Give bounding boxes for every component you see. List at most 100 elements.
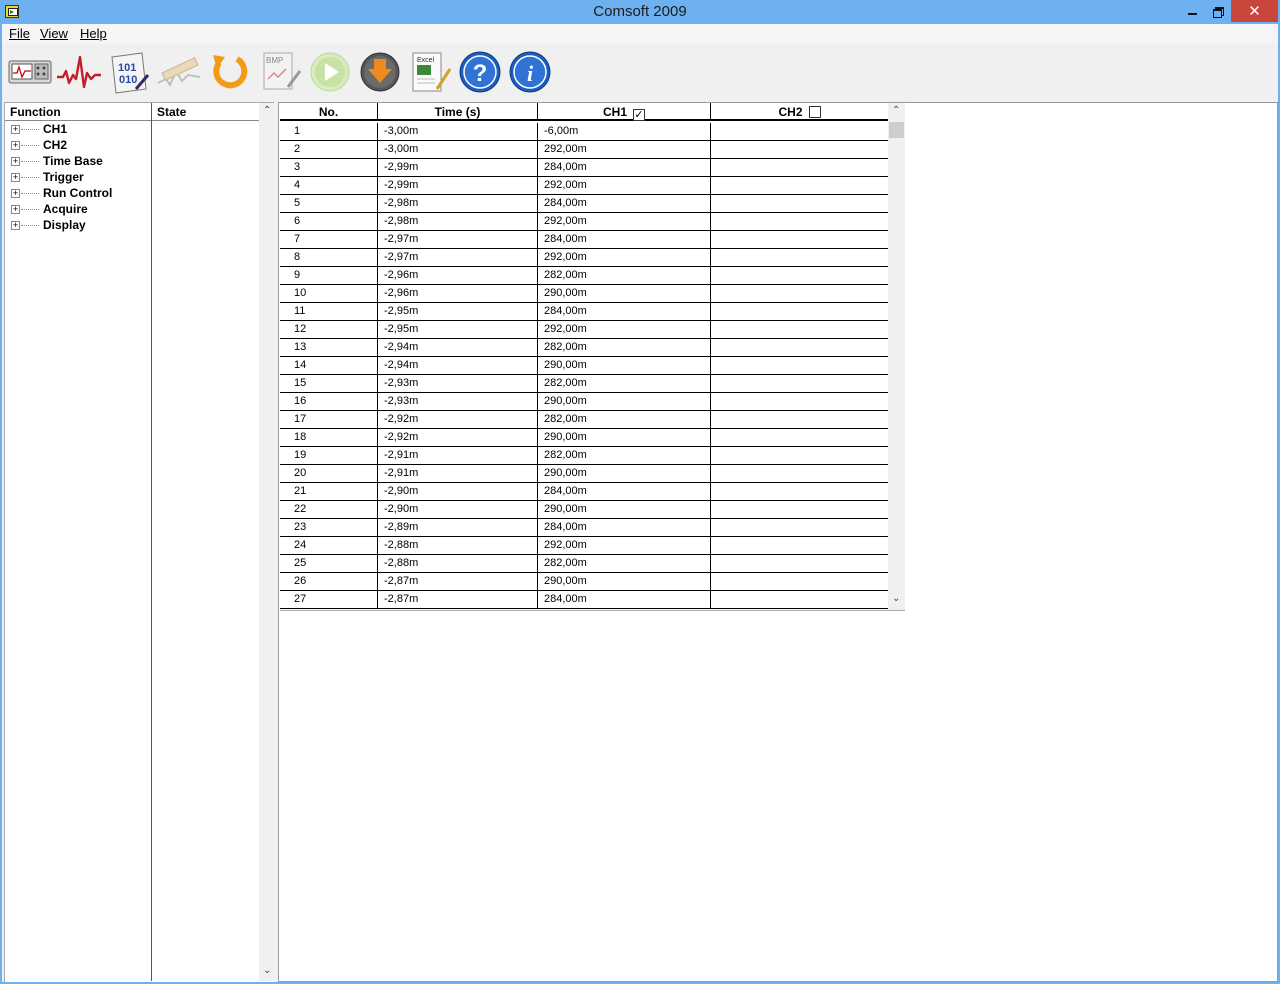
cell-no[interactable]: 1 bbox=[294, 125, 300, 137]
table-row[interactable]: 19 -2,91m 282,00m bbox=[280, 447, 888, 465]
cell-no[interactable]: 20 bbox=[294, 467, 306, 479]
tree-item-ch1[interactable]: + CH1 bbox=[5, 121, 151, 137]
table-row[interactable]: 26 -2,87m 290,00m bbox=[280, 573, 888, 591]
table-row[interactable]: 6 -2,98m 292,00m bbox=[280, 213, 888, 231]
table-row[interactable]: 21 -2,90m 284,00m bbox=[280, 483, 888, 501]
cell-ch1[interactable]: 284,00m bbox=[544, 305, 587, 317]
cell-time[interactable]: -2,96m bbox=[384, 287, 418, 299]
tree-item-display[interactable]: + Display bbox=[5, 217, 151, 233]
cell-ch1[interactable]: 284,00m bbox=[544, 161, 587, 173]
cell-ch1[interactable]: 292,00m bbox=[544, 251, 587, 263]
table-row[interactable]: 9 -2,96m 282,00m bbox=[280, 267, 888, 285]
cell-ch1[interactable]: 284,00m bbox=[544, 197, 587, 209]
column-header-ch1[interactable]: CH1 ✓ bbox=[538, 105, 710, 121]
tree-item-acquire[interactable]: + Acquire bbox=[5, 201, 151, 217]
column-header-no[interactable]: No. bbox=[280, 105, 377, 119]
bmp-export-button[interactable]: BMP bbox=[257, 48, 305, 96]
table-row[interactable]: 8 -2,97m 292,00m bbox=[280, 249, 888, 267]
excel-export-button[interactable]: Excel bbox=[406, 48, 454, 96]
cell-no[interactable]: 14 bbox=[294, 359, 306, 371]
waveform-button[interactable] bbox=[55, 48, 103, 96]
table-row[interactable]: 5 -2,98m 284,00m bbox=[280, 195, 888, 213]
cell-no[interactable]: 21 bbox=[294, 485, 306, 497]
download-button[interactable] bbox=[356, 48, 404, 96]
cell-no[interactable]: 11 bbox=[294, 305, 305, 317]
cell-time[interactable]: -2,94m bbox=[384, 359, 418, 371]
cell-time[interactable]: -2,91m bbox=[384, 467, 418, 479]
tree-item-run-control[interactable]: + Run Control bbox=[5, 185, 151, 201]
cell-time[interactable]: -2,97m bbox=[384, 233, 418, 245]
cell-time[interactable]: -2,90m bbox=[384, 485, 418, 497]
table-row[interactable]: 15 -2,93m 282,00m bbox=[280, 375, 888, 393]
cell-time[interactable]: -2,88m bbox=[384, 557, 418, 569]
table-row[interactable]: 25 -2,88m 282,00m bbox=[280, 555, 888, 573]
run-button[interactable] bbox=[306, 48, 354, 96]
table-scrollbar[interactable]: ⌃ ⌄ bbox=[888, 103, 905, 610]
tree-item-trigger[interactable]: + Trigger bbox=[5, 169, 151, 185]
cell-no[interactable]: 4 bbox=[294, 179, 300, 191]
table-row[interactable]: 23 -2,89m 284,00m bbox=[280, 519, 888, 537]
cell-ch1[interactable]: 290,00m bbox=[544, 287, 587, 299]
binary-data-button[interactable]: 101 010 bbox=[105, 48, 153, 96]
cell-time[interactable]: -2,98m bbox=[384, 215, 418, 227]
cell-no[interactable]: 15 bbox=[294, 377, 306, 389]
measure-button[interactable] bbox=[155, 48, 203, 96]
cell-ch1[interactable]: 282,00m bbox=[544, 269, 587, 281]
cell-no[interactable]: 10 bbox=[294, 287, 306, 299]
cell-time[interactable]: -2,92m bbox=[384, 413, 418, 425]
table-row[interactable]: 13 -2,94m 282,00m bbox=[280, 339, 888, 357]
expand-icon[interactable]: + bbox=[11, 141, 20, 150]
cell-no[interactable]: 9 bbox=[294, 269, 300, 281]
cell-no[interactable]: 5 bbox=[294, 197, 300, 209]
table-row[interactable]: 24 -2,88m 292,00m bbox=[280, 537, 888, 555]
cell-time[interactable]: -2,93m bbox=[384, 395, 418, 407]
tree-item-ch2[interactable]: + CH2 bbox=[5, 137, 151, 153]
cell-time[interactable]: -2,95m bbox=[384, 323, 418, 335]
minimize-button[interactable] bbox=[1179, 0, 1205, 22]
cell-no[interactable]: 26 bbox=[294, 575, 306, 587]
table-row[interactable]: 18 -2,92m 290,00m bbox=[280, 429, 888, 447]
cell-ch1[interactable]: 282,00m bbox=[544, 449, 587, 461]
table-row[interactable]: 27 -2,87m 284,00m bbox=[280, 591, 888, 609]
cell-time[interactable]: -2,99m bbox=[384, 161, 418, 173]
menu-file[interactable]: File bbox=[9, 26, 30, 41]
cell-ch1[interactable]: 290,00m bbox=[544, 359, 587, 371]
cell-time[interactable]: -2,95m bbox=[384, 305, 418, 317]
table-row[interactable]: 4 -2,99m 292,00m bbox=[280, 177, 888, 195]
scroll-down-icon[interactable]: ⌄ bbox=[892, 593, 900, 604]
cell-time[interactable]: -3,00m bbox=[384, 125, 418, 137]
table-row[interactable]: 12 -2,95m 292,00m bbox=[280, 321, 888, 339]
table-row[interactable]: 3 -2,99m 284,00m bbox=[280, 159, 888, 177]
cell-ch1[interactable]: 290,00m bbox=[544, 575, 587, 587]
cell-ch1[interactable]: 282,00m bbox=[544, 341, 587, 353]
table-row[interactable]: 17 -2,92m 282,00m bbox=[280, 411, 888, 429]
cell-time[interactable]: -2,97m bbox=[384, 251, 418, 263]
cell-ch1[interactable]: 290,00m bbox=[544, 431, 587, 443]
cell-no[interactable]: 13 bbox=[294, 341, 306, 353]
close-button[interactable]: ✕ bbox=[1231, 0, 1278, 22]
cell-ch1[interactable]: 292,00m bbox=[544, 179, 587, 191]
tree-header-state[interactable]: State bbox=[157, 105, 186, 119]
expand-icon[interactable]: + bbox=[11, 189, 20, 198]
cell-no[interactable]: 19 bbox=[294, 449, 306, 461]
table-row[interactable]: 10 -2,96m 290,00m bbox=[280, 285, 888, 303]
scroll-down-icon[interactable]: ⌄ bbox=[263, 965, 271, 976]
expand-icon[interactable]: + bbox=[11, 173, 20, 182]
cell-time[interactable]: -2,88m bbox=[384, 539, 418, 551]
table-row[interactable]: 11 -2,95m 284,00m bbox=[280, 303, 888, 321]
cell-time[interactable]: -2,98m bbox=[384, 197, 418, 209]
cell-no[interactable]: 23 bbox=[294, 521, 306, 533]
table-row[interactable]: 7 -2,97m 284,00m bbox=[280, 231, 888, 249]
cell-ch1[interactable]: 282,00m bbox=[544, 557, 587, 569]
scroll-thumb[interactable] bbox=[889, 122, 904, 138]
cell-no[interactable]: 7 bbox=[294, 233, 300, 245]
title-bar[interactable]: Comsoft 2009 ✕ bbox=[0, 0, 1280, 24]
table-row[interactable]: 1 -3,00m -6,00m bbox=[280, 123, 888, 141]
column-header-ch2[interactable]: CH2 bbox=[711, 105, 888, 119]
table-row[interactable]: 22 -2,90m 290,00m bbox=[280, 501, 888, 519]
cell-time[interactable]: -2,96m bbox=[384, 269, 418, 281]
cell-ch1[interactable]: -6,00m bbox=[544, 125, 578, 137]
cell-no[interactable]: 22 bbox=[294, 503, 306, 515]
tree-item-time-base[interactable]: + Time Base bbox=[5, 153, 151, 169]
cell-time[interactable]: -2,94m bbox=[384, 341, 418, 353]
